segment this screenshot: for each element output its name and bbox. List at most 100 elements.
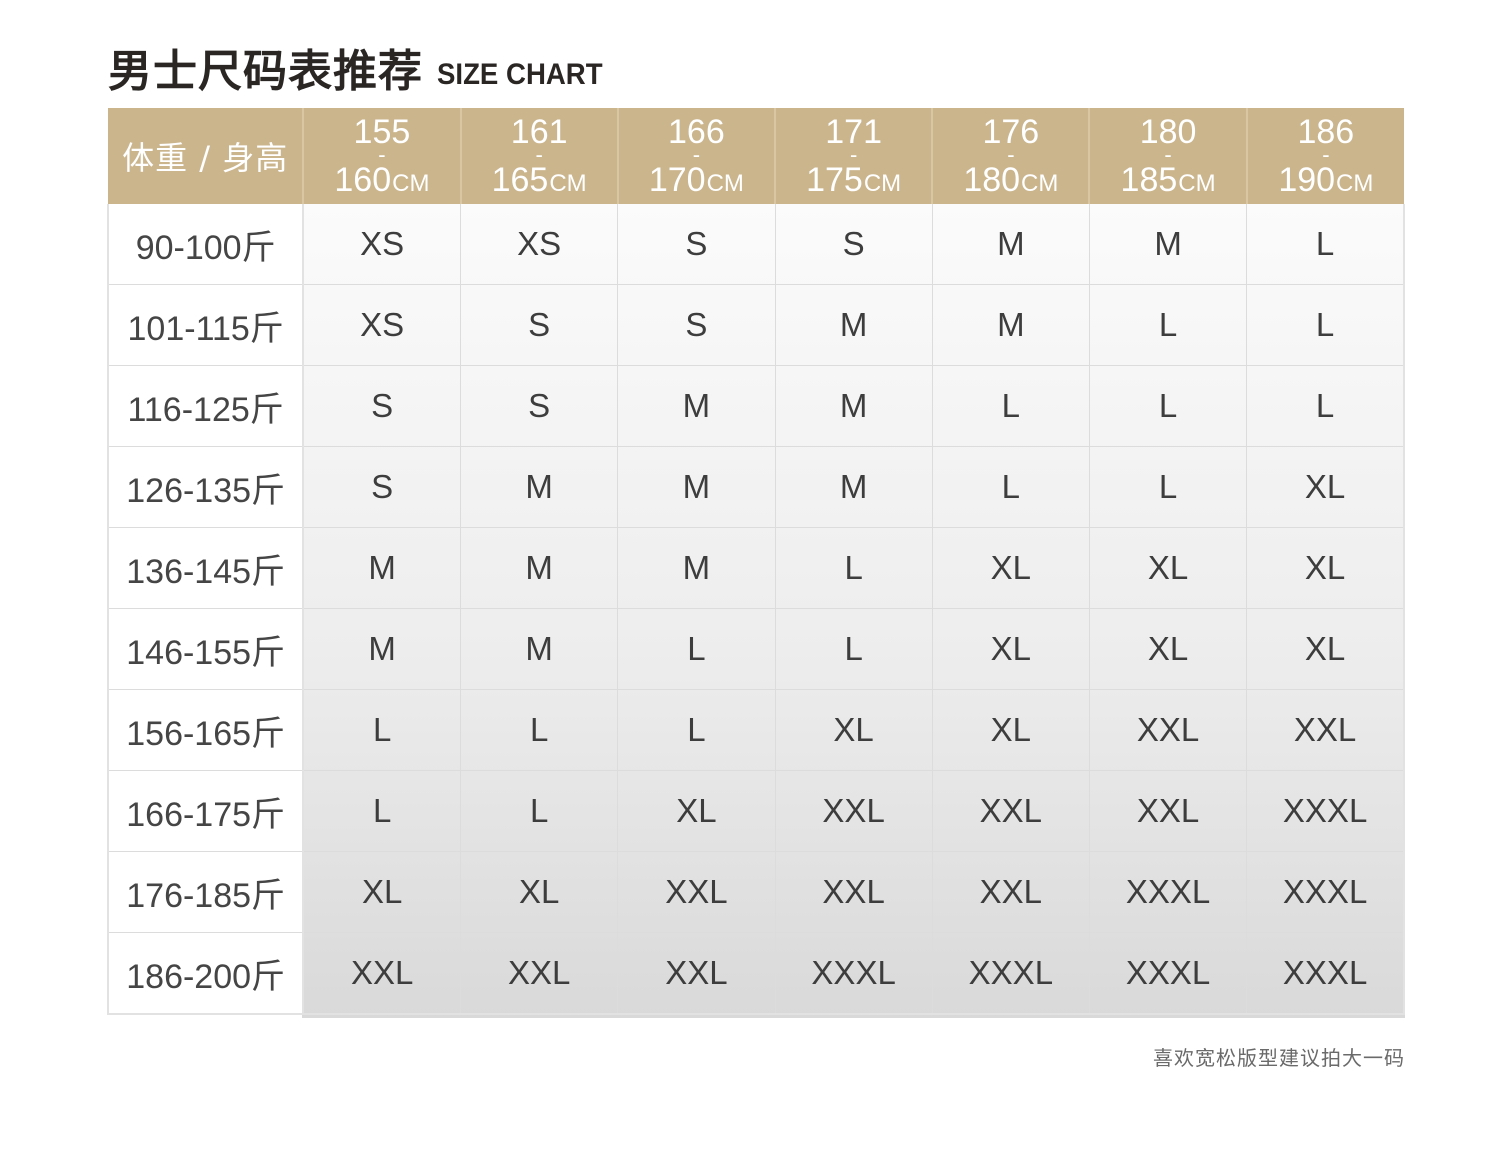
- height-to: 160: [334, 161, 392, 199]
- weight-cell: 136-145斤: [106, 527, 305, 609]
- size-cell: XS: [302, 204, 462, 285]
- size-cell: XXL: [931, 851, 1090, 933]
- table-row: 146-155斤 M M L L XL XL XL: [106, 608, 1406, 690]
- size-cell: L: [931, 365, 1090, 447]
- table-body: 90-100斤 XS XS S S M M L 101-115斤 XS S S M M L L 116-125斤…: [106, 204, 1406, 1015]
- weight-cell: 101-115斤: [106, 284, 305, 366]
- size-cell: S: [302, 365, 462, 447]
- size-cell: M: [774, 284, 933, 366]
- height-to-wrap: 180 CM: [963, 163, 1058, 197]
- size-cell: S: [460, 284, 619, 366]
- size-cell: XXXL: [774, 932, 933, 1015]
- size-cell: L: [1088, 446, 1248, 528]
- size-cell: XXL: [302, 932, 462, 1015]
- size-cell: XXXL: [1246, 770, 1406, 852]
- size-cell: XXL: [460, 932, 619, 1015]
- height-header-5: 180-185 CM: [1088, 108, 1247, 204]
- height-to-wrap: 165 CM: [492, 163, 587, 197]
- height-header-6: 186-190 CM: [1245, 108, 1404, 204]
- table-row: 176-185斤 XL XL XXL XXL XXL XXXL XXXL: [106, 851, 1406, 933]
- size-cell: XL: [931, 608, 1090, 690]
- table-row: 90-100斤 XS XS S S M M L: [106, 204, 1406, 285]
- table-row: 156-165斤 L L L XL XL XXL XXL: [106, 689, 1406, 771]
- height-to-wrap: 175 CM: [806, 163, 901, 197]
- weight-cell: 90-100斤: [106, 204, 305, 285]
- size-cell: XL: [302, 851, 462, 933]
- weight-cell: 156-165斤: [106, 689, 305, 771]
- size-cell: M: [617, 446, 776, 528]
- size-cell: M: [460, 446, 619, 528]
- size-cell: L: [460, 770, 619, 852]
- height-unit: CM: [549, 170, 587, 197]
- height-unit: CM: [1336, 170, 1374, 197]
- size-cell: L: [617, 689, 776, 771]
- size-cell: XXL: [774, 851, 933, 933]
- size-cell: XL: [774, 689, 933, 771]
- weight-cell: 166-175斤: [106, 770, 305, 852]
- size-cell: XL: [1088, 608, 1248, 690]
- weight-cell: 126-135斤: [106, 446, 305, 528]
- size-cell: M: [774, 446, 933, 528]
- size-chart-table-wrap: 体重 / 身高 155-160 CM 161-165 CM 166-170 CM 171-1…: [106, 108, 1406, 1018]
- size-cell: L: [1246, 365, 1406, 447]
- height-header-2: 166-170 CM: [616, 108, 775, 204]
- page-subtitle: SIZE CHART: [437, 58, 603, 91]
- height-unit: CM: [392, 170, 430, 197]
- height-range: 186-190 CM: [1248, 115, 1404, 197]
- size-cell: L: [774, 608, 933, 690]
- size-cell: M: [931, 284, 1090, 366]
- height-range: 155-160 CM: [304, 115, 459, 197]
- size-cell: M: [460, 527, 619, 609]
- size-cell: XXL: [931, 770, 1090, 852]
- height-to-wrap: 185 CM: [1121, 163, 1216, 197]
- size-cell: L: [302, 689, 462, 771]
- height-range: 176-180 CM: [933, 115, 1088, 197]
- height-to-wrap: 190 CM: [1278, 163, 1373, 197]
- height-unit: CM: [863, 170, 902, 197]
- size-cell: L: [460, 689, 619, 771]
- height-header-1: 161-165 CM: [459, 108, 618, 204]
- height-range: 180-185 CM: [1090, 115, 1245, 197]
- height-to: 180: [963, 161, 1021, 199]
- size-cell: M: [617, 527, 776, 609]
- size-cell: XS: [460, 204, 619, 285]
- size-cell: XL: [1246, 527, 1406, 609]
- weight-cell: 176-185斤: [106, 851, 305, 933]
- size-cell: L: [1088, 284, 1248, 366]
- table-row: 126-135斤 S M M M L L XL: [106, 446, 1406, 528]
- header-row: 体重 / 身高 155-160 CM 161-165 CM 166-170 CM 171-1…: [108, 108, 1404, 204]
- height-unit: CM: [1021, 170, 1059, 197]
- corner-header: 体重 / 身高: [108, 108, 304, 204]
- size-cell: L: [1088, 365, 1248, 447]
- size-cell: XL: [1088, 527, 1248, 609]
- size-cell: XXL: [774, 770, 933, 852]
- size-cell: M: [302, 527, 462, 609]
- height-to: 185: [1120, 161, 1178, 199]
- title-row: 男士尺码表推荐 SIZE CHART: [108, 24, 617, 94]
- size-cell: L: [774, 527, 933, 609]
- height-unit: CM: [1178, 170, 1216, 197]
- size-cell: S: [460, 365, 619, 447]
- height-header-0: 155-160 CM: [302, 108, 461, 204]
- height-to: 170: [648, 161, 706, 199]
- weight-cell: 146-155斤: [106, 608, 305, 690]
- size-cell: XL: [460, 851, 619, 933]
- size-cell: XXXL: [1246, 932, 1406, 1015]
- size-cell: L: [1246, 284, 1406, 366]
- height-unit: CM: [706, 170, 744, 197]
- size-cell: XXL: [617, 932, 776, 1015]
- size-cell: XL: [1246, 608, 1406, 690]
- size-cell: M: [774, 365, 933, 447]
- size-cell: S: [617, 284, 776, 366]
- table-row: 101-115斤 XS S S M M L L: [106, 284, 1406, 366]
- size-cell: XS: [302, 284, 462, 366]
- height-range: 166-170 CM: [619, 115, 774, 197]
- size-cell: XXL: [1088, 770, 1248, 852]
- height-to-wrap: 170 CM: [649, 163, 744, 197]
- size-cell: XXL: [1088, 689, 1248, 771]
- size-cell: M: [617, 365, 776, 447]
- footnote: 喜欢宽松版型建议拍大一码: [1153, 1046, 1405, 1070]
- size-cell: S: [774, 204, 933, 285]
- size-cell: XXXL: [1246, 851, 1406, 933]
- size-cell: M: [460, 608, 619, 690]
